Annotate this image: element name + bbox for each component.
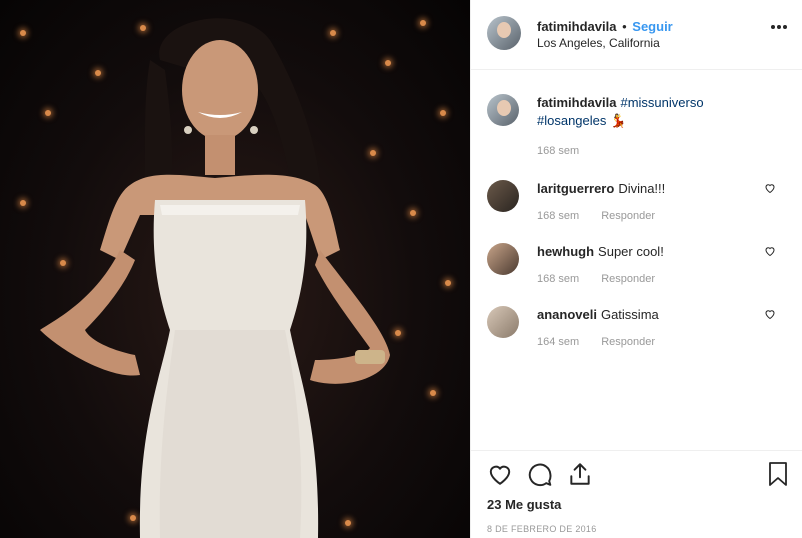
caption-body: fatimihdavila #missuniverso #losangeles 💃… [537,94,757,160]
post-photo[interactable] [0,0,470,538]
comment-body: hewhugh Super cool! 168 sem Responder [537,243,757,288]
comment-meta: 164 sem Responder [537,333,757,351]
commenter-username[interactable]: ananoveli [537,307,597,322]
caption-item: fatimihdavila #missuniverso #losangeles 💃… [487,94,786,160]
comment-item: laritguerrero Divina!!! 168 sem Responder [487,180,786,225]
hashtag-link[interactable]: #losangeles [537,113,606,128]
caption-username[interactable]: fatimihdavila [537,95,616,110]
comment-meta: 168 sem Responder [537,270,757,288]
commenter-username[interactable]: laritguerrero [537,181,614,196]
commenter-username[interactable]: hewhugh [537,244,594,259]
share-icon[interactable] [567,461,593,487]
author-info: fatimihdavila • Seguir Los Angeles, Cali… [537,18,673,52]
instagram-post: fatimihdavila • Seguir Los Angeles, Cali… [0,0,802,538]
heart-icon[interactable] [487,461,513,487]
comment-body: laritguerrero Divina!!! 168 sem Responder [537,180,757,225]
woman-in-white-gown-figure [40,18,390,538]
comment-item: hewhugh Super cool! 168 sem Responder [487,243,786,288]
like-comment-heart-icon[interactable] [764,182,776,194]
reply-button[interactable]: Responder [601,333,655,351]
bookmark-icon[interactable] [766,461,790,487]
comments-list: fatimihdavila #missuniverso #losangeles 💃… [471,70,802,351]
comment-text: Divina!!! [618,181,666,196]
commenter-avatar[interactable] [487,306,519,338]
commenter-avatar[interactable] [487,180,519,212]
reply-button[interactable]: Responder [601,207,655,225]
comment-icon[interactable] [527,461,553,487]
post-date[interactable]: 8 DE FEBRERO DE 2016 [487,524,786,534]
comment-text: Gatissima [600,307,659,322]
separator-dot: • [622,19,627,34]
post-sidebar: fatimihdavila • Seguir Los Angeles, Cali… [470,0,802,538]
post-actions: 23 Me gusta 8 DE FEBRERO DE 2016 [471,450,802,538]
hashtag-link[interactable]: #missuniverso [620,95,703,110]
comment-meta: 168 sem Responder [537,207,757,225]
follow-button[interactable]: Seguir [632,19,672,34]
action-icons [487,461,786,487]
caption-avatar[interactable] [487,94,519,126]
reply-button[interactable]: Responder [601,270,655,288]
author-username[interactable]: fatimihdavila [537,19,616,34]
like-comment-heart-icon[interactable] [764,308,776,320]
comment-time[interactable]: 164 sem [537,333,579,351]
caption-meta: 168 sem [537,142,757,160]
likes-count[interactable]: 23 Me gusta [487,497,786,512]
comment-body: ananoveli Gatissima 164 sem Responder [537,306,757,351]
comment-time[interactable]: 168 sem [537,270,579,288]
comment-item: ananoveli Gatissima 164 sem Responder [487,306,786,351]
commenter-avatar[interactable] [487,243,519,275]
comment-text: Super cool! [598,244,664,259]
like-comment-heart-icon[interactable] [764,245,776,257]
dancer-emoji: 💃 [610,113,627,128]
post-header: fatimihdavila • Seguir Los Angeles, Cali… [471,0,802,70]
comment-time[interactable]: 168 sem [537,207,579,225]
author-avatar[interactable] [487,16,521,50]
more-options-icon[interactable] [770,24,788,30]
location-link[interactable]: Los Angeles, California [537,35,673,52]
caption-time[interactable]: 168 sem [537,142,579,160]
